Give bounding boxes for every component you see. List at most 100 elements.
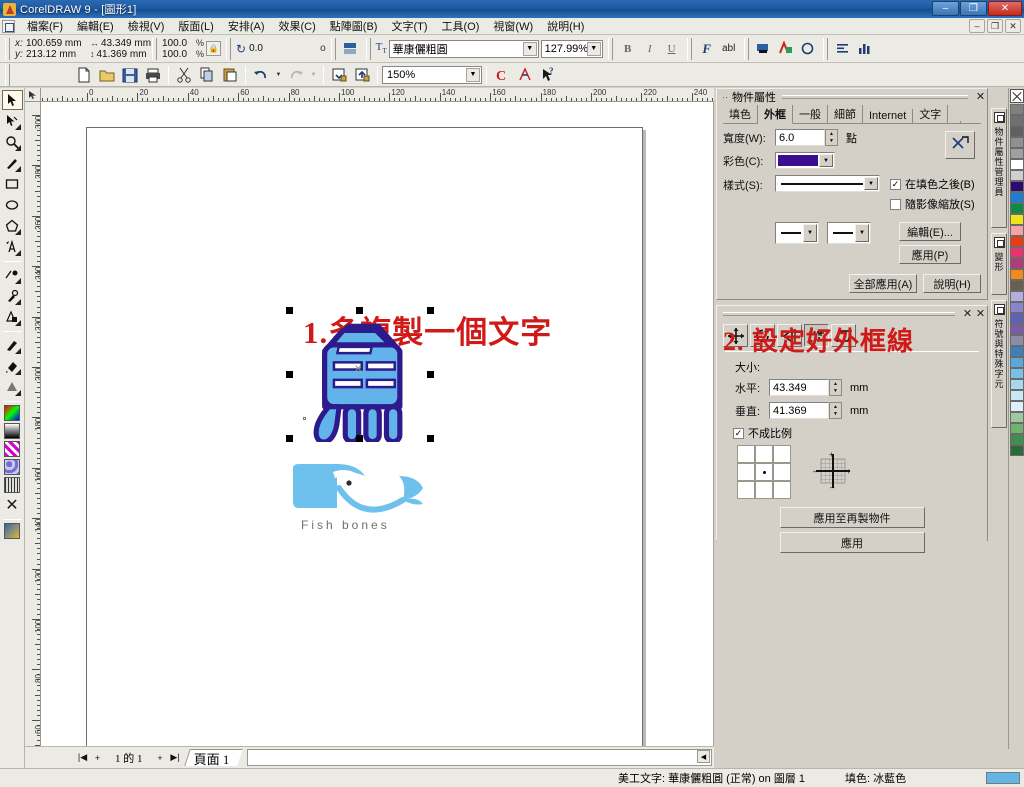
palette-color-swatch[interactable]	[1010, 104, 1024, 115]
zoom-tool[interactable]	[2, 132, 23, 152]
vtab-transform[interactable]: 變形	[991, 233, 1007, 295]
corel-apps-icon[interactable]: C	[491, 65, 513, 85]
palette-color-swatch[interactable]	[1010, 313, 1024, 324]
standard-toolbar-grip[interactable]	[5, 63, 10, 86]
texture-fill-swatch[interactable]	[4, 459, 20, 475]
calligraphy-nib-icon[interactable]	[945, 131, 975, 159]
anchor-tc[interactable]	[755, 445, 773, 463]
size-vertical-stepper[interactable]: ▲ ▼	[829, 402, 842, 419]
palette-color-swatch[interactable]	[1010, 247, 1024, 258]
palette-color-swatch[interactable]	[1010, 280, 1024, 291]
anchor-bc[interactable]	[755, 481, 773, 499]
rotation-value[interactable]: 0.0	[249, 43, 317, 54]
menu-arrange[interactable]: 安排(A)	[221, 17, 272, 35]
cut-icon[interactable]	[173, 65, 195, 85]
restore-button[interactable]: ❐	[960, 1, 987, 16]
convert-to-curves-button[interactable]	[754, 38, 774, 59]
size-horizontal-stepper[interactable]: ▲ ▼	[829, 379, 842, 396]
outline-color-select[interactable]: ▼	[775, 152, 835, 169]
palette-color-swatch[interactable]	[1010, 137, 1024, 148]
palette-color-swatch[interactable]	[1010, 181, 1024, 192]
x-value[interactable]: 100.659 mm	[26, 38, 86, 49]
object-width-value[interactable]: 43.349 mm	[101, 38, 151, 49]
interactive-blend-tool[interactable]	[2, 265, 23, 285]
export-icon[interactable]	[351, 65, 373, 85]
mdi-close-button[interactable]: ✕	[1005, 19, 1021, 33]
lock-ratio-button[interactable]: 🔒	[206, 41, 222, 56]
pick-tool[interactable]	[1, 90, 23, 110]
copy-icon[interactable]	[196, 65, 218, 85]
fish-bones-logo[interactable]: Fish bones	[291, 462, 431, 542]
interactive-transparency-tool[interactable]	[2, 307, 23, 327]
freehand-flyout-icon[interactable]	[14, 166, 21, 172]
no-fill-swatch[interactable]: ✕	[2, 495, 23, 515]
tab-internet[interactable]: Internet	[863, 109, 914, 123]
rectangle-tool[interactable]	[2, 174, 23, 194]
palette-color-swatch[interactable]	[1010, 357, 1024, 368]
tab-detail[interactable]: 細節	[828, 105, 863, 123]
blend-flyout-icon[interactable]	[14, 278, 21, 284]
nonproportional-checkbox[interactable]: ✓	[733, 427, 744, 439]
docker-grip-icon[interactable]: ··	[721, 92, 729, 102]
tab-text[interactable]: 文字	[913, 105, 949, 123]
selection-handle-tl[interactable]	[286, 307, 293, 314]
import-icon[interactable]	[328, 65, 350, 85]
transparency-flyout-icon[interactable]	[14, 320, 21, 326]
ruler-origin-button[interactable]	[25, 88, 41, 102]
insert-page-after-button[interactable]: +	[153, 750, 168, 766]
statistics-button[interactable]	[855, 38, 875, 59]
anchor-mr[interactable]	[773, 463, 791, 481]
document-icon[interactable]	[2, 19, 15, 33]
apply-outline-button[interactable]: 應用(P)	[899, 245, 961, 264]
relative-position-icon[interactable]: + + – –	[813, 450, 853, 494]
outline-tool[interactable]	[2, 335, 23, 355]
palette-color-swatch[interactable]	[1010, 225, 1024, 236]
zoom-chevron-down-icon[interactable]: ▼	[466, 67, 480, 82]
palette-color-swatch[interactable]	[1010, 159, 1024, 170]
eyedropper-flyout-icon[interactable]	[14, 299, 21, 305]
apply-to-duplicate-button[interactable]: 應用至再製物件	[779, 507, 925, 528]
minimize-button[interactable]: –	[932, 1, 959, 16]
interactive-fill-tool[interactable]	[2, 377, 23, 397]
save-file-icon[interactable]	[119, 65, 141, 85]
scrapbook-icon[interactable]	[514, 65, 536, 85]
align-button[interactable]	[833, 38, 853, 59]
vtab-symbols[interactable]: 符號與特殊字元	[991, 300, 1007, 428]
mdi-minimize-button[interactable]: –	[969, 19, 985, 33]
text-flyout-icon[interactable]	[14, 250, 21, 256]
palette-color-swatch[interactable]	[1010, 291, 1024, 302]
outline-flyout-icon[interactable]	[14, 348, 21, 354]
menu-text[interactable]: 文字(T)	[384, 17, 434, 35]
fountain-fill-swatch[interactable]	[4, 423, 20, 439]
palette-color-swatch[interactable]	[1010, 115, 1024, 126]
outline-width-input[interactable]: 6.0	[775, 129, 825, 146]
fill-tool[interactable]	[2, 356, 23, 376]
color-docker-icon[interactable]	[4, 523, 20, 539]
palette-color-swatch[interactable]	[1010, 302, 1024, 313]
scale-v-value[interactable]: 100.0	[162, 49, 196, 60]
palette-color-swatch[interactable]	[1010, 423, 1024, 434]
bold-button[interactable]: B	[618, 38, 638, 59]
mirror-horizontal-button[interactable]	[341, 38, 361, 59]
pattern-fill-swatch[interactable]	[4, 441, 20, 457]
palette-color-swatch[interactable]	[1010, 401, 1024, 412]
eyedropper-tool[interactable]	[2, 286, 23, 306]
whats-this-icon[interactable]: ?	[537, 65, 559, 85]
selection-handle-tc[interactable]	[356, 307, 363, 314]
object-properties-titlebar[interactable]: ·· 物件屬性 ✕	[717, 89, 987, 104]
horizontal-ruler[interactable]: 0 20 40 60 80 100 120 140 160 180 200 220 240	[41, 88, 714, 102]
scale-h-value[interactable]: 100.0	[162, 38, 196, 49]
behind-fill-row[interactable]: ✓ 在填色之後(B)	[890, 176, 975, 192]
text-tool[interactable]	[2, 237, 23, 257]
behind-fill-checkbox[interactable]: ✓	[890, 178, 901, 190]
anchor-ml[interactable]	[737, 463, 755, 481]
palette-color-swatch[interactable]	[1010, 258, 1024, 269]
vtab-object-properties[interactable]: 物件屬性管理員	[991, 108, 1007, 228]
ellipse-tool[interactable]	[2, 195, 23, 215]
outline-style-select[interactable]: ▼	[775, 175, 880, 192]
vertical-ruler[interactable]: 300 280 260 240 220 200 180 160 140 120 100 80 60	[25, 102, 41, 746]
menu-effects[interactable]: 效果(C)	[272, 17, 323, 35]
end-arrowhead-select[interactable]: ▼	[827, 222, 871, 244]
menu-edit[interactable]: 編輯(E)	[70, 17, 121, 35]
selection-handle-bl[interactable]	[286, 435, 293, 442]
